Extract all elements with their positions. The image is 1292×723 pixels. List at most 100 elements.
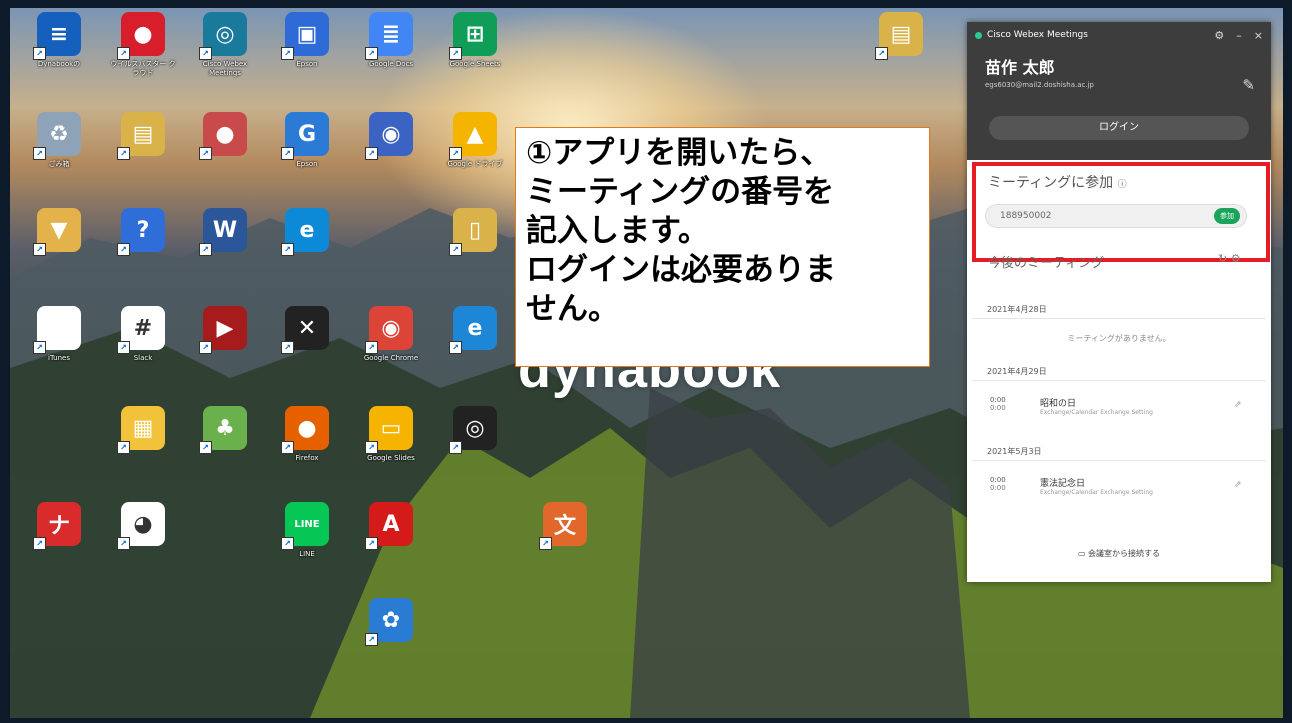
webex-titlebar[interactable]: Cisco Webex Meetings ⚙ – × bbox=[967, 22, 1271, 48]
shortcut-arrow-icon: ↗ bbox=[365, 441, 378, 454]
books-app-icon: ♣ ↗ bbox=[199, 406, 247, 454]
shortcut-arrow-icon: ↗ bbox=[117, 243, 130, 256]
shortcut-arrow-icon: ↗ bbox=[281, 441, 294, 454]
sound-app-icon: ◎ ↗ bbox=[449, 406, 497, 454]
desktop-icon-label: iTunes bbox=[48, 354, 70, 362]
shortcut-arrow-icon: ↗ bbox=[33, 341, 46, 354]
toshiba-video-shortcut[interactable]: ▶ ↗ bbox=[190, 306, 260, 354]
acrobat-shortcut[interactable]: A ↗ bbox=[356, 502, 426, 550]
edge-shortcut[interactable]: e ↗ bbox=[272, 208, 342, 256]
recycle-bin-shortcut[interactable]: ♻ ↗ ごみ箱 bbox=[24, 112, 94, 169]
callout-line-1: ①アプリを開いたら、 bbox=[526, 135, 832, 171]
shortcut-arrow-icon: ↗ bbox=[449, 147, 462, 160]
open-calendar-icon[interactable]: ⇗ bbox=[1234, 400, 1242, 410]
google-slides-shortcut[interactable]: ▭ ↗ Google Slides bbox=[356, 406, 426, 463]
desktop-icon-label: Google ドライブ bbox=[447, 160, 503, 168]
desktop-icon-label: LINE bbox=[299, 550, 315, 558]
close-icon[interactable]: × bbox=[1254, 29, 1263, 42]
app-shortcut-shortcut[interactable]: ● ↗ bbox=[190, 112, 260, 160]
game-controller-icon: ◉ ↗ bbox=[365, 112, 413, 160]
shortcut-arrow-icon: ↗ bbox=[117, 47, 130, 60]
word-shortcut[interactable]: W ↗ bbox=[190, 208, 260, 256]
webex-meetings-shortcut[interactable]: ◎ ↗ Cisco Webex Meetings bbox=[190, 12, 260, 78]
google-sheets-shortcut[interactable]: ⊞ ↗ Google Sheets bbox=[440, 12, 510, 69]
webex-window-title: Cisco Webex Meetings bbox=[987, 30, 1088, 40]
slack-shortcut[interactable]: # ↗ Slack bbox=[108, 306, 178, 363]
google-chrome-shortcut[interactable]: ◉ ↗ Google Chrome bbox=[356, 306, 426, 363]
webex-meetings-icon: ◎ ↗ bbox=[199, 12, 247, 60]
download-folder-shortcut[interactable]: ▼ ↗ bbox=[24, 208, 94, 256]
sound-app-shortcut[interactable]: ◎ ↗ bbox=[440, 406, 510, 454]
window-controls: ⚙ – × bbox=[1214, 29, 1263, 42]
stationery-shortcut[interactable]: 文 ↗ bbox=[530, 502, 600, 550]
virus-buster-shortcut[interactable]: ● ↗ ウイルスバスター クラウド bbox=[108, 12, 178, 78]
pdf-folder-icon: ▦ ↗ bbox=[117, 406, 165, 454]
books-app-shortcut[interactable]: ♣ ↗ bbox=[190, 406, 260, 454]
google-drive-icon: ▲ ↗ bbox=[449, 112, 497, 160]
webex-window: Cisco Webex Meetings ⚙ – × 苗作 太郎 egs6030… bbox=[967, 22, 1271, 582]
login-button[interactable]: ログイン bbox=[989, 116, 1249, 140]
shortcut-arrow-icon: ↗ bbox=[199, 341, 212, 354]
upcoming-meetings-heading: 今後のミーティング bbox=[988, 256, 1105, 271]
settings-gear-icon[interactable]: ⚙ bbox=[1214, 29, 1224, 42]
slack-icon: # ↗ bbox=[117, 306, 165, 354]
cleaner-shortcut[interactable]: ✿ ↗ bbox=[356, 598, 426, 646]
help-icon: ? ↗ bbox=[117, 208, 165, 256]
calculator-shortcut[interactable]: ナ ↗ bbox=[24, 502, 94, 550]
document-icon: ▯ ↗ bbox=[449, 208, 497, 256]
shortcut-arrow-icon: ↗ bbox=[281, 147, 294, 160]
open-calendar-icon[interactable]: ⇗ bbox=[1234, 480, 1242, 490]
toshiba-video-icon: ▶ ↗ bbox=[199, 306, 247, 354]
webex-header: Cisco Webex Meetings ⚙ – × 苗作 太郎 egs6030… bbox=[967, 22, 1271, 160]
epson-app-shortcut[interactable]: G ↗ Epson bbox=[272, 112, 342, 169]
internet-explorer-shortcut[interactable]: e ↗ bbox=[440, 306, 510, 354]
cleaner-icon: ✿ ↗ bbox=[365, 598, 413, 646]
divider bbox=[972, 380, 1266, 381]
dynabook-app-shortcut[interactable]: ≡ ↗ Dynabookの bbox=[24, 12, 94, 69]
date-header: 2021年4月29日 bbox=[987, 367, 1047, 376]
google-drive-shortcut[interactable]: ▲ ↗ Google ドライブ bbox=[440, 112, 510, 169]
acrobat-icon: A ↗ bbox=[365, 502, 413, 550]
character-shortcut[interactable]: ◕ ↗ bbox=[108, 502, 178, 550]
meeting-row[interactable]: 0:00 0:00 昭和の日 Exchange/Calendar Exchang… bbox=[990, 396, 1242, 416]
desktop-icon-label: Google Slides bbox=[367, 454, 415, 462]
shortcut-arrow-icon: ↗ bbox=[199, 47, 212, 60]
firefox-shortcut[interactable]: ● ↗ Firefox bbox=[272, 406, 342, 463]
desktop-icon-label: Google Docs bbox=[368, 60, 414, 68]
studio-one-shortcut[interactable]: ✕ ↗ bbox=[272, 306, 342, 354]
shortcut-arrow-icon: ↗ bbox=[365, 537, 378, 550]
help-shortcut[interactable]: ? ↗ bbox=[108, 208, 178, 256]
dynabook-app-icon: ≡ ↗ bbox=[33, 12, 81, 60]
date-header: 2021年5月3日 bbox=[987, 447, 1042, 456]
meeting-end-time: 0:00 bbox=[990, 484, 1006, 492]
folder-shortcut-icon: ▤ ↗ bbox=[875, 12, 923, 60]
highlight-box bbox=[972, 162, 1270, 262]
itunes-shortcut[interactable]: ↗ iTunes bbox=[24, 306, 94, 363]
folder-shortcut-shortcut[interactable]: ▤ ↗ bbox=[866, 12, 936, 60]
desktop-icon-label: Google Sheets bbox=[449, 60, 501, 68]
meeting-row[interactable]: 0:00 0:00 憲法記念日 Exchange/Calendar Exchan… bbox=[990, 476, 1242, 496]
meeting-name: 憲法記念日 bbox=[1040, 479, 1086, 489]
document-shortcut[interactable]: ▯ ↗ bbox=[440, 208, 510, 256]
recycle-bin-icon: ♻ ↗ bbox=[33, 112, 81, 160]
connect-from-room-link[interactable]: ▭ 会議室から接続する bbox=[967, 548, 1271, 559]
shortcut-arrow-icon: ↗ bbox=[199, 441, 212, 454]
refresh-icon[interactable]: ↻ ⚙ bbox=[1218, 252, 1241, 265]
minimize-icon[interactable]: – bbox=[1236, 29, 1242, 42]
google-sheets-icon: ⊞ ↗ bbox=[449, 12, 497, 60]
meeting-start-time: 0:00 bbox=[990, 476, 1006, 484]
desktop-icon-label: Slack bbox=[133, 354, 153, 362]
shortcut-arrow-icon: ↗ bbox=[365, 147, 378, 160]
user-email: egs6030@mail2.doshisha.ac.jp bbox=[985, 81, 1094, 89]
game-controller-shortcut[interactable]: ◉ ↗ bbox=[356, 112, 426, 160]
folder-icon: ▤ ↗ bbox=[117, 112, 165, 160]
shortcut-arrow-icon: ↗ bbox=[875, 47, 888, 60]
folder-shortcut[interactable]: ▤ ↗ bbox=[108, 112, 178, 160]
google-docs-shortcut[interactable]: ≣ ↗ Google Docs bbox=[356, 12, 426, 69]
line-shortcut[interactable]: LINE ↗ LINE bbox=[272, 502, 342, 559]
epson-shortcut[interactable]: ▣ ↗ Epson bbox=[272, 12, 342, 69]
google-chrome-icon: ◉ ↗ bbox=[365, 306, 413, 354]
pdf-folder-shortcut[interactable]: ▦ ↗ bbox=[108, 406, 178, 454]
connect-from-room-label: 会議室から接続する bbox=[1088, 549, 1161, 558]
edit-pencil-icon[interactable]: ✎ bbox=[1242, 76, 1255, 94]
